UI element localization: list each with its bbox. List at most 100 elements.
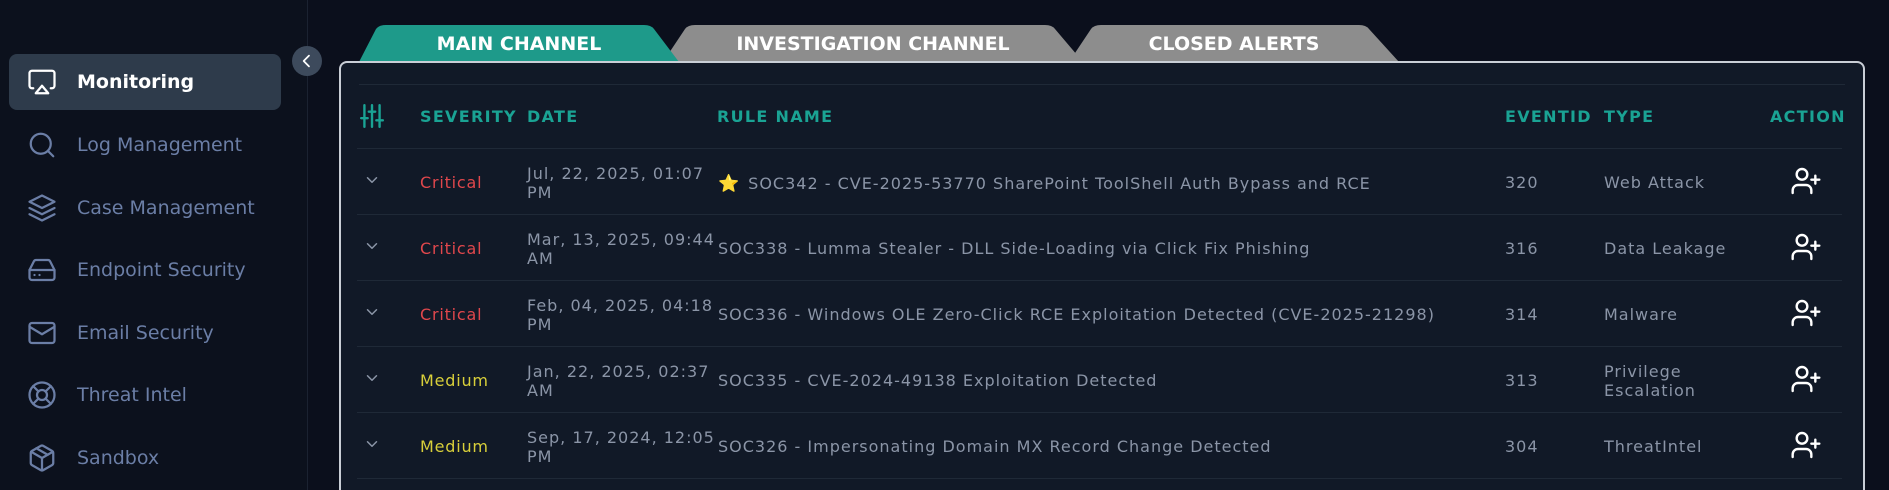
type-line: Malware xyxy=(1604,305,1679,324)
hard-drive-icon xyxy=(26,254,58,286)
date-line: Mar, 13, 2025, 09:44 xyxy=(527,230,715,249)
type-line: ThreatIntel xyxy=(1604,437,1703,456)
date-cell: Jan, 22, 2025, 02:37 AM xyxy=(527,362,709,400)
divider xyxy=(359,84,1845,85)
rule-name: SOC335 - CVE-2024-49138 Exploitation Det… xyxy=(718,371,1158,390)
chevron-down-icon[interactable] xyxy=(363,237,381,255)
sidebar-item-label: Threat Intel xyxy=(77,384,187,406)
sidebar-item-label: Log Management xyxy=(77,134,243,156)
type-cell: Data Leakage xyxy=(1604,239,1726,258)
severity-badge: Medium xyxy=(420,371,489,390)
divider xyxy=(357,412,1842,413)
tab-label: INVESTIGATION CHANNEL xyxy=(736,32,1010,55)
type-line: Data Leakage xyxy=(1604,239,1727,258)
type-line: Web Attack xyxy=(1604,173,1706,192)
date-line: Feb, 04, 2025, 04:18 xyxy=(527,296,714,315)
severity-badge: Critical xyxy=(420,239,483,258)
tab-closed-alerts[interactable]: CLOSED ALERTS xyxy=(1069,25,1399,62)
date-cell: Feb, 04, 2025, 04:18 PM xyxy=(527,296,713,334)
sidebar-item-label: Case Management xyxy=(77,197,255,219)
assign-user-icon[interactable] xyxy=(1790,297,1822,329)
severity-badge: Critical xyxy=(420,173,483,192)
header-action[interactable]: ACTION xyxy=(1770,107,1846,126)
sidebar-item-sandbox[interactable]: Sandbox xyxy=(9,430,281,486)
sidebar-item-threat-intel[interactable]: Threat Intel xyxy=(9,367,281,423)
rule-name: SOC342 - CVE-2025-53770 SharePoint ToolS… xyxy=(748,174,1371,193)
lifebuoy-icon xyxy=(26,379,58,411)
chevron-down-icon[interactable] xyxy=(363,435,381,453)
eventid-cell: 313 xyxy=(1505,371,1539,390)
tab-investigation-channel[interactable]: INVESTIGATION CHANNEL xyxy=(663,25,1083,62)
divider xyxy=(357,346,1842,347)
date-line: Jul, 22, 2025, 01:07 xyxy=(527,164,705,183)
divider xyxy=(357,214,1842,215)
sidebar-item-label: Email Security xyxy=(77,322,214,344)
collapse-sidebar-button[interactable] xyxy=(292,46,322,76)
type-line: Privilege xyxy=(1604,362,1682,381)
sidebar-item-log-management[interactable]: Log Management xyxy=(9,117,281,173)
chevron-down-icon[interactable] xyxy=(363,303,381,321)
type-cell: Web Attack xyxy=(1604,173,1705,192)
type-cell: Privilege Escalation xyxy=(1604,362,1696,400)
date-line: Sep, 17, 2024, 12:05 xyxy=(527,428,715,447)
severity-badge: Medium xyxy=(420,437,489,456)
severity-badge: Critical xyxy=(420,305,483,324)
rule-name: SOC338 - Lumma Stealer - DLL Side-Loadin… xyxy=(718,239,1311,258)
rule-name-cell[interactable]: SOC338 - Lumma Stealer - DLL Side-Loadin… xyxy=(718,239,1310,258)
type-cell: Malware xyxy=(1604,305,1678,324)
date-line: PM xyxy=(527,183,553,202)
date-line: PM xyxy=(527,447,553,466)
search-icon xyxy=(26,129,58,161)
divider xyxy=(357,280,1842,281)
assign-user-icon[interactable] xyxy=(1790,165,1822,197)
chevron-left-icon xyxy=(302,54,310,68)
header-type[interactable]: TYPE xyxy=(1604,107,1654,126)
sidebar: Monitoring Log Management Case Managemen… xyxy=(0,0,308,490)
tab-main-channel[interactable]: MAIN CHANNEL xyxy=(359,25,679,62)
column-settings-icon[interactable] xyxy=(359,103,385,129)
eventid-cell: 304 xyxy=(1505,437,1539,456)
rule-name: SOC336 - Windows OLE Zero-Click RCE Expl… xyxy=(718,305,1435,324)
date-line: AM xyxy=(527,381,554,400)
sidebar-item-endpoint-security[interactable]: Endpoint Security xyxy=(9,242,281,298)
date-cell: Jul, 22, 2025, 01:07 PM xyxy=(527,164,704,202)
layers-icon xyxy=(26,192,58,224)
assign-user-icon[interactable] xyxy=(1790,231,1822,263)
header-rule-name[interactable]: RULE NAME xyxy=(717,107,833,126)
chevron-down-icon[interactable] xyxy=(363,369,381,387)
rule-name-cell[interactable]: SOC326 - Impersonating Domain MX Record … xyxy=(718,437,1272,456)
divider xyxy=(357,478,1842,479)
rule-name-cell[interactable]: SOC335 - CVE-2024-49138 Exploitation Det… xyxy=(718,371,1157,390)
eventid-cell: 314 xyxy=(1505,305,1539,324)
header-eventid[interactable]: EVENTID xyxy=(1505,107,1592,126)
date-line: PM xyxy=(527,315,553,334)
chevron-down-icon[interactable] xyxy=(363,171,381,189)
app-root: Monitoring Log Management Case Managemen… xyxy=(0,0,1889,490)
rule-name: SOC326 - Impersonating Domain MX Record … xyxy=(718,437,1272,456)
assign-user-icon[interactable] xyxy=(1790,363,1822,395)
sidebar-item-label: Sandbox xyxy=(77,447,160,469)
mail-icon xyxy=(26,317,58,349)
date-line: Jan, 22, 2025, 02:37 xyxy=(527,362,710,381)
box-icon xyxy=(26,442,58,474)
rule-name-cell[interactable]: ⭐ SOC342 - CVE-2025-53770 SharePoint Tool… xyxy=(718,174,1371,194)
date-line: AM xyxy=(527,249,554,268)
sidebar-item-case-management[interactable]: Case Management xyxy=(9,180,281,236)
rule-name-cell[interactable]: SOC336 - Windows OLE Zero-Click RCE Expl… xyxy=(718,305,1435,324)
header-date[interactable]: DATE xyxy=(527,107,578,126)
date-cell: Sep, 17, 2024, 12:05 PM xyxy=(527,428,715,466)
sidebar-item-label: Endpoint Security xyxy=(77,259,246,281)
type-line: Escalation xyxy=(1604,381,1696,400)
tab-label: CLOSED ALERTS xyxy=(1148,32,1320,55)
header-severity[interactable]: SEVERITY xyxy=(420,107,517,126)
star-icon[interactable]: ⭐ xyxy=(718,174,740,194)
monitor-cast-icon xyxy=(26,66,58,98)
divider xyxy=(357,148,1842,149)
sidebar-item-email-security[interactable]: Email Security xyxy=(9,305,281,361)
assign-user-icon[interactable] xyxy=(1790,429,1822,461)
sidebar-item-monitoring[interactable]: Monitoring xyxy=(9,54,281,110)
date-cell: Mar, 13, 2025, 09:44 AM xyxy=(527,230,715,268)
eventid-cell: 316 xyxy=(1505,239,1539,258)
tab-label: MAIN CHANNEL xyxy=(436,32,602,55)
sidebar-item-label: Monitoring xyxy=(77,71,195,93)
